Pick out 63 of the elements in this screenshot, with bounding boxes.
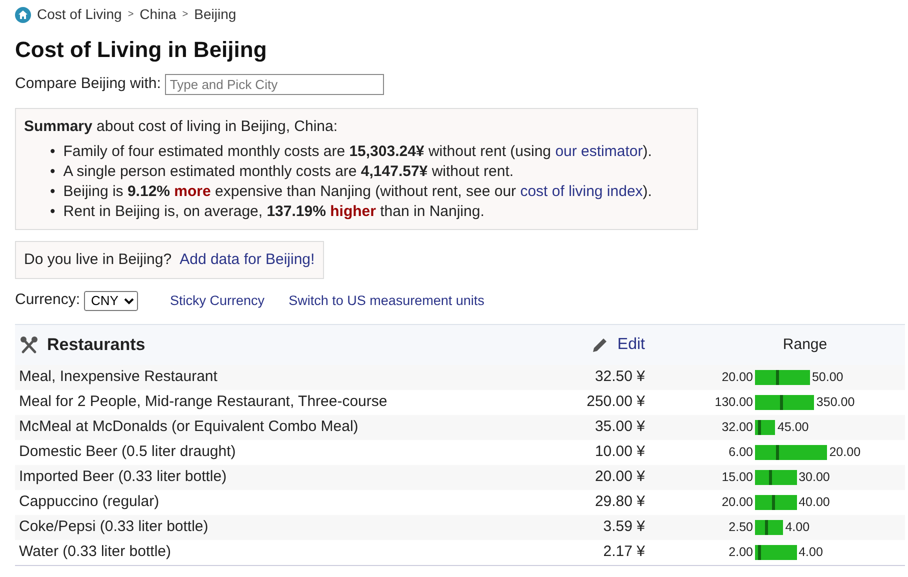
summary-heading: Summary about cost of living in Beijing, China: — [24, 116, 339, 137]
range-min: 2.50 — [728, 519, 754, 536]
range-max: 350.00 — [815, 394, 855, 412]
range-max: 20.00 — [828, 444, 861, 462]
section-title: Restaurants — [47, 334, 146, 356]
item-price: 20.00 ¥ — [594, 468, 645, 486]
summary-link[interactable]: cost of living index — [520, 182, 643, 200]
edit-link[interactable]: Edit — [617, 332, 645, 357]
currency-select[interactable]: CNY — [84, 290, 138, 311]
item-price: 35.00 ¥ — [594, 418, 645, 436]
range-max: 50.00 — [810, 369, 844, 386]
range-min: 32.00 — [720, 419, 754, 436]
contribute-question: Do you live in Beijing? — [24, 250, 172, 268]
breadcrumb-link[interactable]: Cost of Living — [37, 4, 122, 25]
item-name: Water (0.33 liter bottle) — [19, 543, 171, 560]
summary-item: Rent in Beijing is, on average, 137.19% higher than in Nanjing. — [63, 202, 484, 222]
currency-label: Currency: — [15, 290, 80, 310]
add-data-link[interactable]: Add data for Beijing! — [180, 250, 315, 268]
compare-label: Compare Beijing with: — [15, 74, 161, 94]
home-icon[interactable] — [15, 6, 31, 22]
bullet: • — [50, 202, 56, 222]
range-max: 4.00 — [784, 519, 810, 536]
range-min: 20.00 — [720, 494, 754, 512]
breadcrumb-separator: > — [128, 8, 134, 22]
range-max: 40.00 — [798, 494, 830, 512]
item-price: 29.80 ¥ — [594, 493, 645, 510]
bullet: • — [50, 142, 56, 162]
range-max: 30.00 — [798, 469, 830, 486]
item-name: McMeal at McDonalds (or Equivalent Combo Meal) — [19, 418, 358, 436]
summary-item: A single person estimated monthly costs are 4,147.57¥ without rent. — [63, 162, 514, 182]
item-name: Cappuccino (regular) — [19, 493, 160, 510]
item-name: Imported Beer (0.33 liter bottle) — [19, 468, 227, 486]
bullet: • — [50, 162, 56, 182]
range-min: 20.00 — [720, 369, 754, 386]
fork-knife-icon — [19, 334, 39, 355]
range-min: 15.00 — [720, 469, 754, 486]
range-min: 6.00 — [728, 444, 754, 462]
bullet: • — [50, 182, 56, 202]
currency-option-link[interactable]: Switch to US measurement units — [288, 290, 484, 311]
page-title: Cost of Living in Beijing — [15, 37, 268, 64]
range-max: 4.00 — [798, 544, 823, 562]
breadcrumb-link[interactable]: Beijing — [194, 4, 236, 25]
item-name: Meal for 2 People, Mid-range Restaurant, Three-course — [19, 393, 388, 410]
item-price: 3.59 ¥ — [603, 518, 645, 536]
item-price: 2.17 ¥ — [603, 543, 645, 560]
summary-item: Family of four estimated monthly costs are 15,303.24¥ without rent (using our estimator). — [63, 142, 652, 162]
item-name: Coke/Pepsi (0.33 liter bottle) — [19, 518, 208, 536]
item-price: 250.00 ¥ — [586, 393, 645, 410]
currency-option-link[interactable]: Sticky Currency — [162, 290, 265, 311]
breadcrumb-separator: > — [182, 8, 188, 22]
range-min: 130.00 — [714, 394, 754, 412]
city-input-field[interactable]: Type and Pick City — [164, 74, 384, 96]
item-name: Domestic Beer (0.5 liter draught) — [19, 443, 236, 460]
range-max: 45.00 — [776, 419, 809, 436]
range-min: 2.00 — [728, 544, 754, 562]
breadcrumb-link[interactable]: China — [140, 4, 176, 25]
item-price: 32.50 ¥ — [594, 368, 645, 386]
summary-link[interactable]: our estimator — [555, 142, 643, 160]
item-name: Meal, Inexpensive Restaurant — [19, 368, 218, 386]
range-header: Range — [782, 336, 828, 353]
pencil-icon[interactable] — [591, 336, 610, 354]
item-price: 10.00 ¥ — [594, 443, 645, 460]
summary-item: Beijing is 9.12% more expensive than Nanjing (without rent, see our cost of living index). — [63, 182, 652, 202]
